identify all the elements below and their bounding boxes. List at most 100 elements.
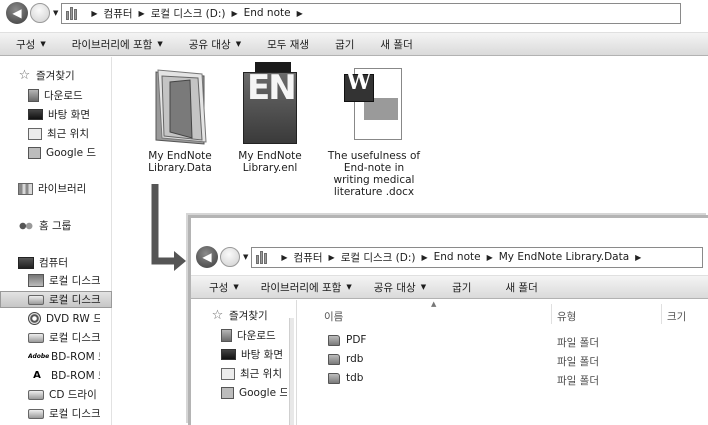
breadcrumb-computer[interactable]: 컴퓨터: [294, 250, 323, 265]
file-row-rdb[interactable]: rdb: [328, 353, 363, 365]
nav-recent[interactable]: 최근 위치: [28, 126, 89, 141]
nav-drive-local-c[interactable]: 로컬 디스크: [28, 273, 100, 288]
breadcrumb-local-disk[interactable]: 로컬 디스크 (D:): [151, 6, 226, 21]
file-row-tdb[interactable]: tdb: [328, 372, 363, 384]
column-divider[interactable]: [551, 304, 552, 324]
nav-favorites[interactable]: ☆ 즐겨찾기: [211, 308, 268, 323]
dropdown-caret-icon: ▼: [233, 283, 239, 291]
file-name-line: My EndNote: [238, 150, 302, 162]
dropdown-caret-icon: ▼: [157, 40, 163, 48]
endnote-icon: EN: [243, 62, 297, 144]
child-address-row: ◀ ▼ ▶ 컴퓨터 ▶ 로컬 디스크 (D:) ▶ End note ▶ My …: [191, 245, 708, 269]
new-folder-button[interactable]: 새 폴더: [505, 280, 537, 295]
file-row-pdf[interactable]: PDF: [328, 334, 366, 346]
organize-button[interactable]: 구성 ▼: [16, 37, 46, 52]
nav-google-drive-label: Google 드: [239, 387, 287, 399]
file-item-word-document[interactable]: W The usefulness of End-note in writing …: [322, 68, 426, 198]
nav-favorites-label: 즐겨찾기: [229, 310, 268, 322]
nav-google-drive[interactable]: Google 드: [221, 385, 287, 400]
favorites-star-icon: ☆: [18, 68, 31, 83]
new-folder-button[interactable]: 새 폴더: [380, 37, 412, 52]
share-with-button[interactable]: 공유 대상 ▼: [374, 280, 426, 295]
nav-downloads[interactable]: 다운로드: [221, 328, 276, 343]
breadcrumb-separator[interactable]: ▶: [139, 9, 145, 18]
breadcrumb-separator[interactable]: ▶: [635, 253, 641, 262]
address-bar[interactable]: ▶ 컴퓨터 ▶ 로컬 디스크 (D:) ▶ End note ▶ My EndN…: [251, 246, 704, 268]
breadcrumb-end-note[interactable]: End note: [244, 7, 291, 19]
breadcrumb-separator[interactable]: ▶: [231, 9, 237, 18]
file-item-endnote-data-folder[interactable]: My EndNote Library.Data: [126, 62, 234, 174]
breadcrumb-local-disk[interactable]: 로컬 디스크 (D:): [341, 250, 416, 265]
file-name-line: My EndNote: [148, 150, 212, 162]
recent-pages-dropdown[interactable]: ▼: [53, 9, 58, 17]
nav-homegroup-label: 홈 그룹: [39, 220, 72, 232]
breadcrumb-separator[interactable]: ▶: [329, 253, 335, 262]
nav-downloads[interactable]: 다운로드: [28, 88, 83, 103]
nav-favorites[interactable]: ☆ 즐겨찾기: [18, 68, 75, 83]
homegroup-icon: [18, 219, 34, 232]
burn-button[interactable]: 굽기: [452, 280, 471, 295]
desktop-icon: [28, 109, 43, 120]
folder-icon: [328, 334, 340, 346]
nav-homegroup[interactable]: 홈 그룹: [18, 218, 71, 233]
drive-icon: [28, 389, 44, 400]
breadcrumb-separator[interactable]: ▶: [281, 253, 287, 262]
column-header-type[interactable]: 유형: [557, 309, 576, 324]
nav-drive-bd-rom[interactable]: AdobeBD-ROM 드: [28, 349, 100, 364]
breadcrumb-separator[interactable]: ▶: [421, 253, 427, 262]
nav-drive-local[interactable]: 로컬 디스크: [28, 330, 100, 345]
bd-a-icon: A: [33, 369, 41, 381]
nav-recent[interactable]: 최근 위치: [221, 366, 282, 381]
child-toolbar: 구성 ▼ 라이브러리에 포함 ▼ 공유 대상 ▼ 굽기 새 폴더: [191, 275, 708, 299]
back-button[interactable]: ◀: [6, 2, 28, 24]
nav-drive-dvd[interactable]: DVD RW 드: [28, 311, 100, 326]
forward-button[interactable]: [220, 247, 240, 267]
nav-libraries[interactable]: 라이브러리: [18, 181, 86, 196]
forward-button[interactable]: [30, 3, 50, 23]
drive-icon: [28, 408, 44, 419]
nav-drive-cd[interactable]: CD 드라이: [28, 387, 100, 402]
folder-icon: [328, 353, 340, 365]
back-button[interactable]: ◀: [196, 246, 218, 268]
organize-button[interactable]: 구성 ▼: [209, 280, 239, 295]
column-divider[interactable]: [661, 304, 662, 324]
organize-label: 구성: [209, 281, 229, 294]
breadcrumb-computer[interactable]: 컴퓨터: [104, 6, 133, 21]
nav-computer[interactable]: 컴퓨터: [18, 255, 68, 270]
recent-pages-dropdown[interactable]: ▼: [243, 253, 248, 261]
breadcrumb-separator[interactable]: ▶: [487, 253, 493, 262]
nav-drive-local-d[interactable]: 로컬 디스크: [0, 291, 112, 308]
downloads-icon: [221, 329, 232, 342]
play-all-button[interactable]: 모두 재생: [267, 37, 309, 52]
nav-desktop-label: 바탕 화면: [241, 349, 283, 361]
share-with-button[interactable]: 공유 대상 ▼: [189, 37, 241, 52]
file-item-endnote-library[interactable]: EN My EndNote Library.enl: [222, 62, 318, 174]
folder-icon: [328, 372, 340, 384]
breadcrumb-separator[interactable]: ▶: [297, 9, 303, 18]
include-in-library-label: 라이브러리에 포함: [71, 38, 153, 51]
include-in-library-button[interactable]: 라이브러리에 포함 ▼: [72, 37, 163, 52]
nav-pane-scrollbar[interactable]: [289, 318, 294, 425]
include-in-library-button[interactable]: 라이브러리에 포함 ▼: [261, 280, 352, 295]
child-navigation-pane: ☆ 즐겨찾기 다운로드 바탕 화면 최근 위치 Google 드: [191, 300, 297, 425]
main-navigation-pane: ☆ 즐겨찾기 다운로드 바탕 화면 최근 위치 Google 드 라이브러리 홈 …: [0, 57, 112, 425]
column-header-name[interactable]: 이름: [324, 309, 343, 324]
breadcrumb-end-note[interactable]: End note: [434, 251, 481, 263]
file-row-name: PDF: [346, 334, 367, 346]
nav-recent-label: 최근 위치: [240, 368, 282, 380]
file-row-name: tdb: [346, 372, 364, 384]
column-header-size[interactable]: 크기: [667, 309, 686, 324]
address-bar[interactable]: ▶ 컴퓨터 ▶ 로컬 디스크 (D:) ▶ End note ▶: [61, 2, 682, 24]
nav-desktop[interactable]: 바탕 화면: [221, 347, 283, 362]
nav-drive-bd-rom-2[interactable]: A BD-ROM 드: [28, 368, 100, 383]
nav-google-drive[interactable]: Google 드: [28, 145, 112, 160]
breadcrumb-library-data[interactable]: My EndNote Library.Data: [499, 251, 629, 263]
nav-desktop[interactable]: 바탕 화면: [28, 107, 90, 122]
desktop-icon: [221, 349, 236, 360]
nav-drive-local-2[interactable]: 로컬 디스크: [28, 406, 100, 421]
breadcrumb-separator[interactable]: ▶: [91, 9, 97, 18]
file-name-line: writing medical: [333, 174, 415, 186]
burn-button[interactable]: 굽기: [335, 37, 354, 52]
file-name-line: Library.enl: [242, 162, 298, 174]
libraries-icon: [256, 250, 270, 264]
